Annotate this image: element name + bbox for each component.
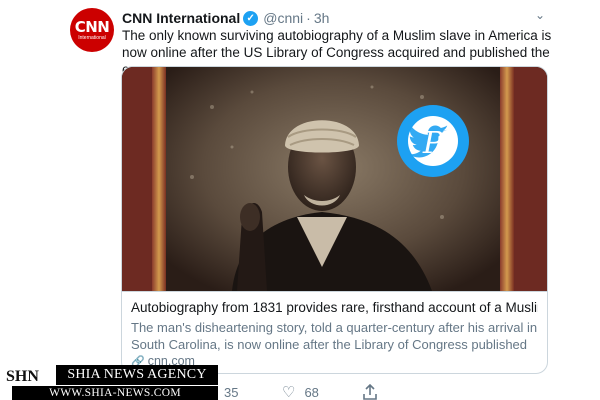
share-arrow-icon: [363, 384, 377, 400]
card-description: The man's disheartening story, told a qu…: [131, 320, 538, 352]
link-card[interactable]: P Autobiography from 1831 provides rare,…: [121, 66, 548, 374]
like-button[interactable]: ♡ 68: [282, 383, 319, 400]
tweet[interactable]: CNN International CNN International ✓ @c…: [0, 0, 600, 400]
card-body[interactable]: Autobiography from 1831 provides rare, f…: [122, 291, 547, 373]
chevron-down-icon[interactable]: ⌄: [535, 8, 545, 22]
card-title[interactable]: Autobiography from 1831 provides rare, f…: [131, 299, 538, 316]
portrait-photo: [122, 67, 547, 291]
user-handle[interactable]: @cnni: [263, 10, 303, 26]
watermark-url: WWW.SHIA-NEWS.COM: [12, 386, 218, 400]
cnn-logo-subtitle: International: [78, 34, 106, 41]
heart-icon: ♡: [282, 384, 296, 400]
avatar[interactable]: CNN International: [70, 8, 114, 52]
tweet-header: CNN International ✓ @cnni · 3h: [122, 9, 329, 27]
share-icon[interactable]: [363, 383, 377, 400]
twitter-bird-icon: P: [397, 105, 469, 177]
watermark-short: SHN: [6, 368, 39, 385]
cnn-logo: CNN: [74, 17, 110, 36]
card-image: P: [122, 67, 547, 291]
separator-dot: ·: [306, 10, 311, 26]
retweet-button[interactable]: 35: [224, 383, 238, 400]
display-name[interactable]: CNN International: [122, 10, 240, 26]
like-count: 68: [304, 384, 319, 400]
verified-badge-icon: ✓: [243, 10, 259, 26]
watermark: SHN SHIA NEWS AGENCY WWW.SHIA-NEWS.COM: [0, 363, 219, 400]
svg-text:P: P: [422, 126, 444, 161]
retweet-count: 35: [224, 384, 239, 400]
timestamp[interactable]: 3h: [314, 10, 330, 26]
watermark-agency-name: SHIA NEWS AGENCY: [56, 365, 218, 385]
